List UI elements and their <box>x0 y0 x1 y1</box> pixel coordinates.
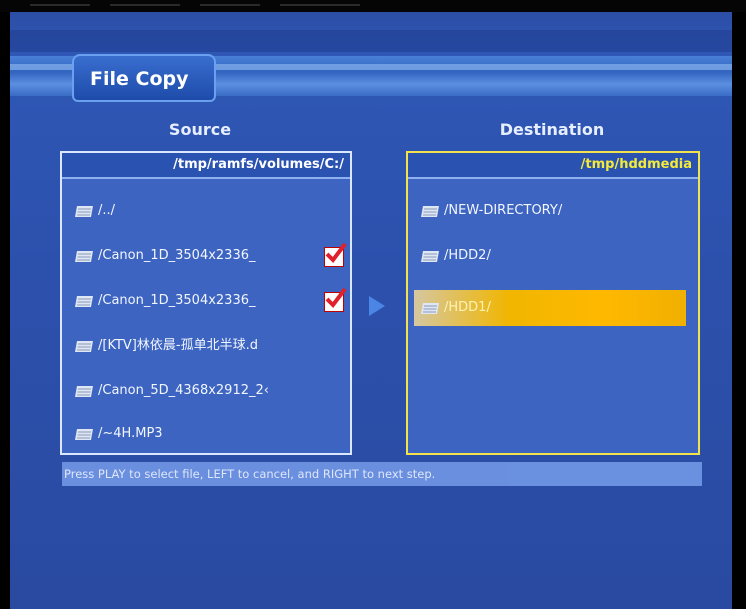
folder-icon <box>75 206 93 217</box>
top-strip <box>0 0 746 12</box>
folder-icon <box>75 341 93 352</box>
file-copy-panel: File Copy Source Destination /tmp/ramfs/… <box>10 12 732 609</box>
source-item-label: /[KTV]林依晨-孤单北半球.d <box>98 338 258 353</box>
destination-item-label: /HDD2/ <box>444 248 491 263</box>
destination-column-header: Destination <box>499 120 605 139</box>
source-item-label: /Canon_1D_3504x2336_ <box>98 248 256 263</box>
destination-folder-list[interactable]: /tmp/hddmedia /NEW-DIRECTORY/ /HDD2/ /HD… <box>406 151 700 455</box>
folder-icon <box>75 251 93 262</box>
folder-icon <box>421 303 439 314</box>
checkbox-checked-icon[interactable] <box>324 242 347 267</box>
folder-icon <box>75 386 93 397</box>
source-path: /tmp/ramfs/volumes/C:/ <box>62 153 350 179</box>
source-item-label: /Canon_1D_3504x2336_ <box>98 293 256 308</box>
source-item-label: /Canon_5D_4368x2912_2‹ <box>98 383 269 398</box>
source-item[interactable]: /[KTV]林依晨-孤单北半球.d <box>74 332 344 360</box>
header-band <box>10 30 732 52</box>
source-item-label: /~4H.MP3 <box>98 426 163 441</box>
source-column-header: Source <box>168 120 232 139</box>
destination-item-label: /NEW-DIRECTORY/ <box>444 203 563 218</box>
checkbox-checked-icon[interactable] <box>324 287 347 312</box>
source-item[interactable]: /Canon_5D_4368x2912_2‹ <box>74 377 344 405</box>
window-title-tab: File Copy <box>72 54 216 102</box>
folder-icon <box>421 206 439 217</box>
source-file-list[interactable]: /tmp/ramfs/volumes/C:/ /../ /Canon_1D_35… <box>60 151 352 455</box>
destination-item-label: /HDD1/ <box>444 300 491 315</box>
folder-icon <box>75 429 93 440</box>
window-title: File Copy <box>90 68 189 90</box>
folder-icon <box>421 251 439 262</box>
screen: File Copy Source Destination /tmp/ramfs/… <box>0 0 746 609</box>
folder-icon <box>75 296 93 307</box>
destination-item[interactable]: /NEW-DIRECTORY/ <box>420 197 690 225</box>
source-item[interactable]: /Canon_1D_3504x2336_ <box>74 287 347 315</box>
destination-item[interactable]: /HDD2/ <box>420 242 690 270</box>
source-item[interactable]: /Canon_1D_3504x2336_ <box>74 242 347 270</box>
destination-item-selected[interactable]: /HDD1/ <box>420 294 690 322</box>
destination-path: /tmp/hddmedia <box>408 153 698 179</box>
right-arrow-icon <box>369 296 385 316</box>
source-item[interactable]: /~4H.MP3 <box>74 420 344 448</box>
help-status-bar: Press PLAY to select file, LEFT to cance… <box>62 462 702 486</box>
source-item[interactable]: /../ <box>74 197 344 225</box>
source-item-label: /../ <box>98 203 116 218</box>
